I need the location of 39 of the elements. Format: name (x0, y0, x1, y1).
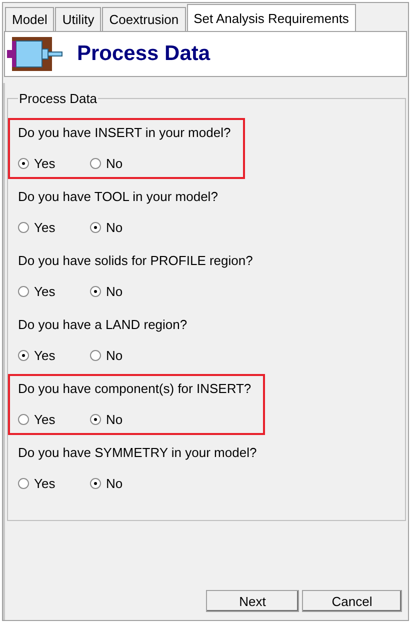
radio-option[interactable]: Yes (18, 156, 90, 171)
question-text: Do you have a LAND region? (18, 316, 188, 334)
radio-button[interactable] (18, 286, 29, 297)
radio-option[interactable]: No (90, 348, 162, 363)
question-text: Do you have component(s) for INSERT? (18, 380, 252, 398)
radio-button[interactable] (90, 158, 101, 169)
radio-option[interactable]: No (90, 156, 162, 171)
radio-option[interactable]: Yes (18, 284, 90, 299)
radio-button[interactable] (18, 478, 29, 489)
group-title: Process Data (18, 91, 98, 106)
next-button[interactable]: Next (206, 590, 299, 612)
page-title: Process Data (77, 42, 210, 66)
radio-option[interactable]: No (90, 284, 162, 299)
extrusion-die-icon (7, 35, 63, 73)
radio-option[interactable]: Yes (18, 476, 90, 491)
radio-option[interactable]: Yes (18, 220, 90, 235)
radio-button[interactable] (90, 350, 101, 361)
radio-button[interactable] (18, 350, 29, 361)
question-text: Do you have SYMMETRY in your model? (18, 444, 257, 462)
tab[interactable]: Model (5, 7, 54, 31)
radio-button[interactable] (90, 286, 101, 297)
tab[interactable]: Set Analysis Requirements (186, 4, 356, 31)
radio-button[interactable] (90, 414, 101, 425)
radio-button[interactable] (18, 158, 29, 169)
question-text: Do you have INSERT in your model? (18, 124, 231, 142)
radio-button[interactable] (18, 414, 29, 425)
radio-option[interactable]: No (90, 476, 162, 491)
radio-option[interactable]: No (90, 412, 162, 427)
tab[interactable]: Coextrusion (102, 7, 186, 31)
radio-button[interactable] (18, 222, 29, 233)
radio-option[interactable]: No (90, 220, 162, 235)
radio-button[interactable] (90, 478, 101, 489)
radio-button[interactable] (90, 222, 101, 233)
question-text: Do you have TOOL in your model? (18, 188, 218, 206)
question-text: Do you have solids for PROFILE region? (18, 252, 253, 270)
radio-option[interactable]: Yes (18, 348, 90, 363)
cancel-button[interactable]: Cancel (302, 590, 402, 612)
radio-option[interactable]: Yes (18, 412, 90, 427)
tab[interactable]: Utility (55, 7, 102, 31)
